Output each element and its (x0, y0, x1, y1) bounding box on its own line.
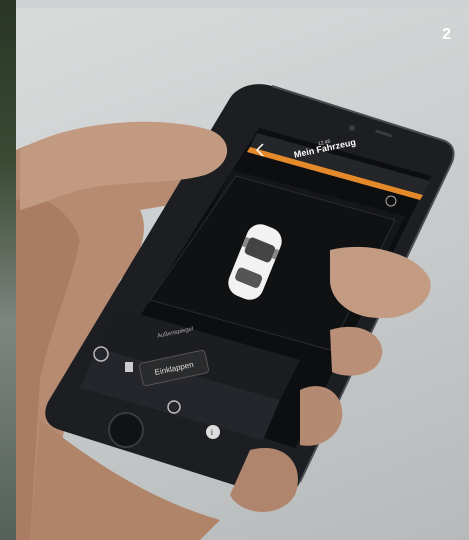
thumb-overlay (20, 121, 431, 512)
photo-scene: 2 i 12:45 Mein Fahrzeug Außenspiegel Ein… (0, 0, 469, 540)
